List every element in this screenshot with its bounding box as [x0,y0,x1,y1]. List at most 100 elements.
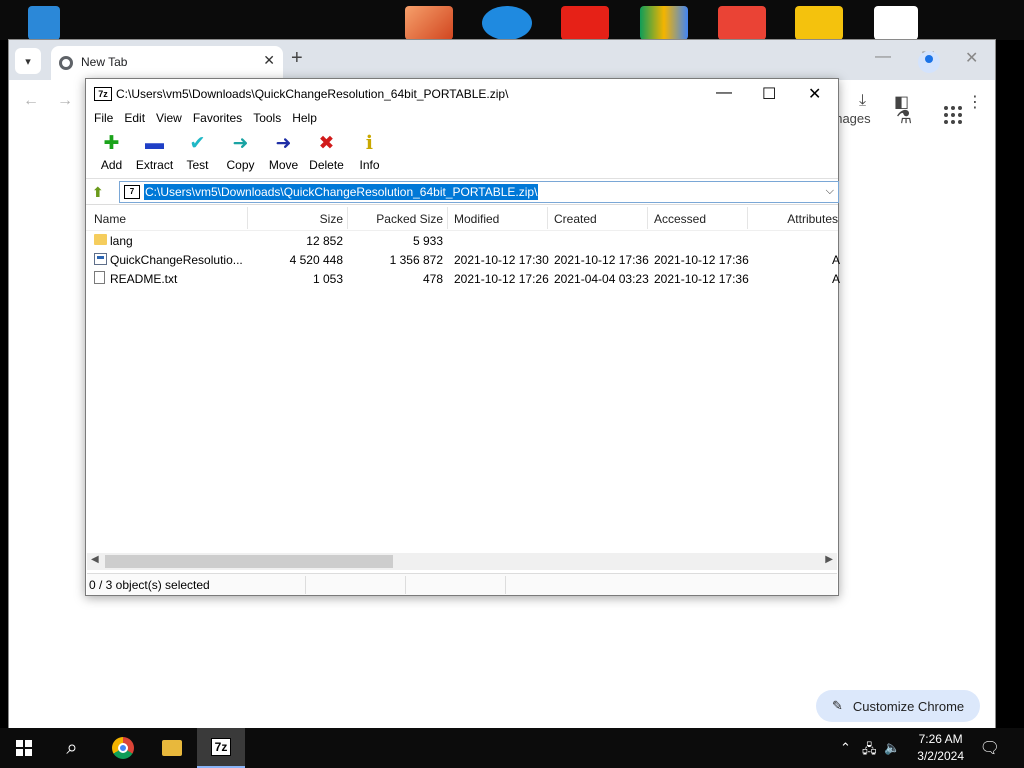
clock-date: 3/2/2024 [917,749,964,763]
cell-packed: 478 [422,272,443,286]
scroll-right-icon[interactable]: ▶ [825,554,833,565]
copy-label: Copy [226,158,255,172]
taskbar: ⌕ 7z ⌃ 🖧 🔈 7:26 AM 3/2/2024 🗨 [0,728,1024,768]
column-accessed[interactable]: Accessed [654,212,706,226]
start-button[interactable] [0,728,48,768]
7zip-logo-icon: 7z [94,87,112,101]
menu-edit[interactable]: Edit [120,109,152,129]
address-input[interactable]: 7 C:\Users\vm5\Downloads\QuickChangeReso… [119,181,839,203]
search-button[interactable]: ⌕ [48,728,96,768]
column-modified[interactable]: Modified [454,212,499,226]
desktop-app-icon-2[interactable] [795,6,843,40]
chrome-close-button[interactable]: ✕ [965,48,978,68]
desktop-7zip-icon[interactable] [874,6,918,40]
info-label: Info [359,158,380,172]
tab-new-tab[interactable]: New Tab ✕ [51,46,283,80]
test-button[interactable]: ✔ Test [176,129,219,178]
menu-favorites[interactable]: Favorites [189,109,249,129]
scroll-left-icon[interactable]: ◀ [91,554,99,565]
menu-view[interactable]: View [152,109,189,129]
chrome-favicon-icon [59,56,73,70]
cell-accessed: 2021-10-12 17:36 [654,272,749,286]
menu-help[interactable]: Help [288,109,324,129]
7zip-maximize-button[interactable]: ☐ [762,84,776,104]
move-button[interactable]: ➜ Move [262,129,305,178]
taskbar-chrome[interactable] [99,728,147,768]
7zip-window: 7z C:\Users\vm5\Downloads\QuickChangeRes… [85,78,840,596]
7zip-close-button[interactable]: ✕ [808,84,821,104]
tray-overflow-icon[interactable]: ⌃ [840,740,851,756]
chrome-minimize-button[interactable]: — [875,48,891,66]
table-row[interactable]: README.txt 1 053 478 2021-10-12 17:26 20… [86,269,840,288]
minus-icon: ▬ [145,133,164,154]
column-size[interactable]: Size [248,212,343,226]
gmail-icon[interactable] [718,6,766,40]
cell-accessed: 2021-10-12 17:36 [654,253,749,267]
menu-icon[interactable]: ⋮ [967,92,983,112]
apps-grid-icon[interactable] [944,106,962,124]
edge-icon[interactable] [482,6,532,40]
cell-size: 12 852 [306,234,343,248]
chrome-tab-bar: ▾ New Tab ✕ + — ☐ ✕ [9,40,995,80]
arrow-right-icon: ➜ [275,133,292,154]
desktop-app-icon[interactable] [405,6,453,40]
column-name[interactable]: Name [94,212,126,226]
table-row[interactable]: QuickChangeResolutio... 4 520 448 1 356 … [86,250,840,269]
add-button[interactable]: ✚ Add [90,129,133,178]
cell-modified: 2021-10-12 17:30 [454,253,549,267]
scrollbar-thumb[interactable] [105,555,393,568]
desktop-folder-icon[interactable] [28,6,60,40]
menu-tools[interactable]: Tools [249,109,288,129]
google-drive-icon[interactable] [640,6,688,40]
copy-button[interactable]: ➜ Copy [219,129,262,178]
column-packed-size[interactable]: Packed Size [348,212,443,226]
volume-icon[interactable]: 🔈 [884,740,900,756]
folder-icon [94,234,107,245]
labs-flask-icon[interactable]: ⚗ [896,107,912,128]
taskbar-file-explorer[interactable] [148,728,196,768]
7zip-window-title: C:\Users\vm5\Downloads\QuickChangeResolu… [116,87,509,101]
column-created[interactable]: Created [554,212,597,226]
network-icon[interactable]: 🖧 [862,740,877,762]
youtube-icon[interactable] [561,6,609,40]
7zip-title-bar[interactable]: 7z C:\Users\vm5\Downloads\QuickChangeRes… [86,79,838,109]
new-tab-button[interactable]: + [291,47,303,70]
status-text: 0 / 3 object(s) selected [89,578,210,592]
file-explorer-icon [162,740,182,756]
info-button[interactable]: ℹ Info [348,129,391,178]
menu-file[interactable]: File [90,109,120,129]
column-attributes[interactable]: Attributes [748,212,838,226]
clock[interactable]: 7:26 AM 3/2/2024 [917,731,964,765]
cell-created: 2021-04-04 03:23 [554,272,649,286]
folder-up-icon[interactable]: ⬆ [92,184,104,201]
horizontal-scrollbar[interactable]: ◀ ▶ [87,553,837,570]
notification-icon[interactable]: 🗨 [980,738,1000,758]
table-row[interactable]: lang 12 852 5 933 [86,231,838,250]
customize-chrome-button[interactable]: ✎ Customize Chrome [816,690,980,722]
plus-icon: ✚ [103,133,120,154]
chevron-down-icon[interactable]: ⌵ [826,185,834,198]
profile-avatar[interactable] [918,51,940,73]
tab-search-button[interactable]: ▾ [15,48,41,74]
delete-button[interactable]: ✖ Delete [305,129,348,178]
download-icon[interactable]: ⤓ [859,92,866,110]
tab-close-icon[interactable]: ✕ [263,52,275,69]
7zip-taskbar-icon: 7z [210,738,232,756]
chrome-icon [112,737,134,759]
forward-icon[interactable]: → [57,92,73,110]
7zip-minimize-button[interactable]: — [716,84,732,102]
text-file-icon [94,271,105,284]
test-label: Test [186,158,209,172]
search-icon: ⌕ [66,736,78,759]
x-icon: ✖ [318,133,335,154]
extract-label: Extract [135,158,174,172]
extract-button[interactable]: ▬ Extract [133,129,176,178]
7zip-toolbar: ✚ Add ▬ Extract ✔ Test ➜ Copy ➜ Move ✖ D… [86,129,838,179]
tab-title: New Tab [81,55,128,69]
back-icon[interactable]: ← [23,92,39,110]
address-bar: ⬆ 7 C:\Users\vm5\Downloads\QuickChangeRe… [86,179,839,205]
taskbar-7zip[interactable]: 7z [197,728,245,768]
info-icon: ℹ [365,133,374,154]
delete-label: Delete [309,158,344,172]
file-list: lang 12 852 5 933 QuickChangeResolutio..… [86,231,840,288]
